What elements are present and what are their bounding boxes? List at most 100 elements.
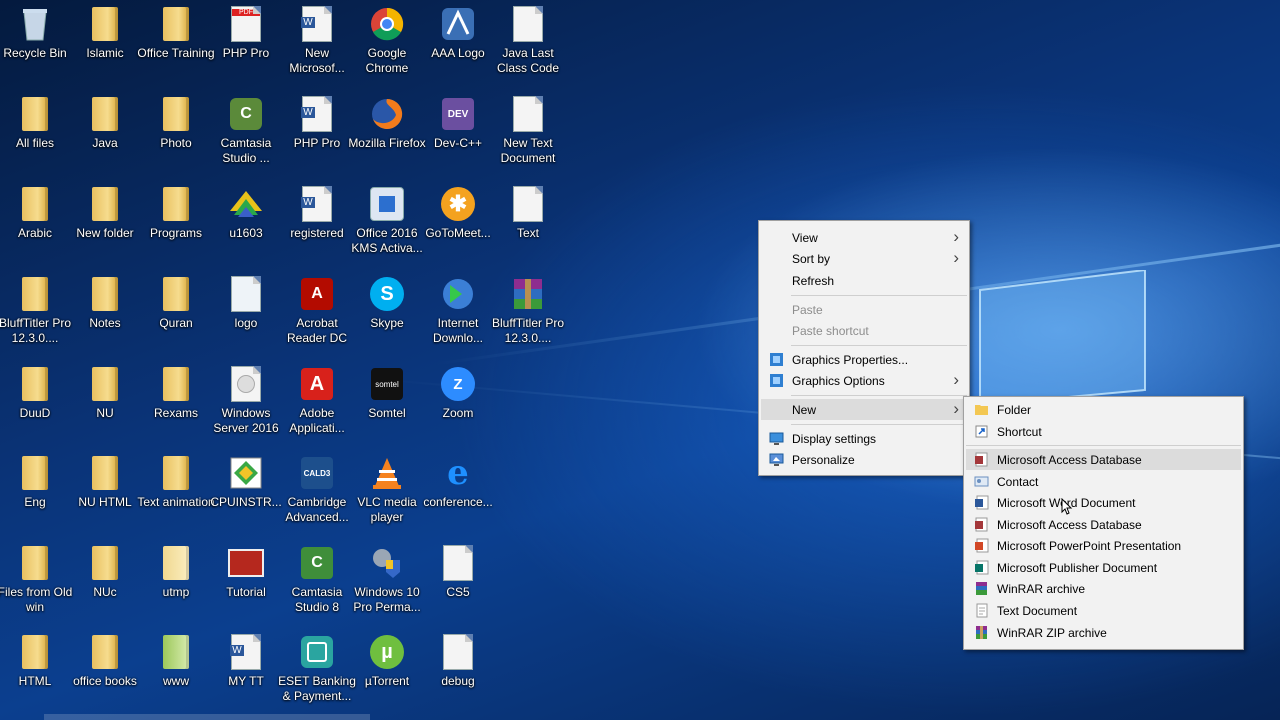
eset-icon (299, 634, 335, 670)
menu-item-label: New (792, 402, 817, 417)
submenu-item-word-document[interactable]: Microsoft Word Document (966, 492, 1241, 513)
folder-icon (158, 634, 194, 670)
submenu-item-contact[interactable]: Contact (966, 471, 1241, 492)
text-file-icon (440, 634, 476, 670)
desktop-icon-recycle-bin[interactable]: Recycle Bin (0, 6, 70, 61)
desktop-icon-camtasia-studio[interactable]: C Camtasia Studio ... (211, 96, 281, 166)
desktop-icon-php-pro-pdf[interactable]: PDF PHP Pro (211, 6, 281, 61)
desktop-icon-files-from-old-win[interactable]: Files from Old win (0, 545, 72, 615)
submenu-item-publisher[interactable]: Microsoft Publisher Document (966, 557, 1241, 578)
icon-label: Tutorial (226, 585, 266, 599)
desktop-icon-office-training[interactable]: Office Training (137, 6, 215, 61)
menu-separator (791, 295, 967, 296)
desktop-icon-vlc-media-player[interactable]: VLC media player (352, 455, 422, 525)
desktop-icon-eset-banking[interactable]: ESET Banking & Payment... (278, 634, 356, 704)
desktop-icon-cs5[interactable]: CS5 (423, 545, 493, 600)
desktop-icon-eng[interactable]: Eng (0, 455, 70, 510)
desktop-icon-cambridge-advanced[interactable]: CALD3 Cambridge Advanced... (282, 455, 352, 525)
desktop-icon-duud[interactable]: DuuD (0, 366, 70, 421)
internet-explorer-icon: e (447, 453, 469, 493)
desktop-icon-blufftitler-archive[interactable]: BluffTitler Pro 12.3.0.... (492, 276, 564, 346)
menu-item-display-settings[interactable]: Display settings (761, 428, 967, 449)
desktop-icon-text[interactable]: Text (493, 186, 563, 241)
menu-item-paste[interactable]: Paste (761, 299, 967, 320)
desktop-icon-debug[interactable]: debug (423, 634, 493, 689)
desktop-icon-photo[interactable]: Photo (141, 96, 211, 151)
submenu-item-folder[interactable]: Folder (966, 399, 1241, 420)
desktop-icon-registered[interactable]: W registered (282, 186, 352, 241)
desktop-icon-u1603[interactable]: u1603 (211, 186, 281, 241)
desktop-icon-java[interactable]: Java (70, 96, 140, 151)
menu-item-label: Contact (997, 474, 1039, 489)
menu-item-new[interactable]: New (761, 399, 967, 420)
desktop-icon-programs[interactable]: Programs (141, 186, 211, 241)
folder-icon (158, 96, 194, 132)
desktop-icon-new-microsoft-word[interactable]: W New Microsof... (282, 6, 352, 76)
submenu-item-access-database[interactable]: Microsoft Access Database (966, 449, 1241, 470)
desktop-icon-html[interactable]: HTML (0, 634, 70, 689)
submenu-item-shortcut[interactable]: Shortcut (966, 421, 1241, 442)
desktop-icon-tutorial[interactable]: Tutorial (211, 545, 281, 600)
desktop-icon-office-2016-kms[interactable]: Office 2016 KMS Activa... (351, 186, 423, 256)
desktop-icon-islamic[interactable]: Islamic (70, 6, 140, 61)
desktop-icon-utmp[interactable]: utmp (141, 545, 211, 600)
desktop-icon-text-animation[interactable]: Text animation (137, 455, 215, 510)
desktop-icon-new-text-document[interactable]: New Text Document (493, 96, 563, 166)
desktop-icon-internet-download-manager[interactable]: Internet Downlo... (423, 276, 493, 346)
desktop-icon-logo[interactable]: logo (211, 276, 281, 331)
desktop-icon-zoom[interactable]: Z Zoom (423, 366, 493, 421)
icon-label: Mozilla Firefox (348, 136, 426, 150)
desktop-icon-www[interactable]: www (141, 634, 211, 689)
menu-item-graphics-options[interactable]: Graphics Options (761, 370, 967, 391)
desktop-icon-adobe-application-manager[interactable]: A Adobe Applicati... (282, 366, 352, 436)
desktop-icon-windows-10-pro-perma[interactable]: Windows 10 Pro Perma... (352, 545, 422, 615)
desktop-icon-quran[interactable]: Quran (141, 276, 211, 331)
menu-item-refresh[interactable]: Refresh (761, 270, 967, 291)
desktop-icon-arabic[interactable]: Arabic (0, 186, 70, 241)
icon-label: CPUINSTR... (210, 495, 282, 509)
menu-item-view[interactable]: View (761, 227, 967, 248)
desktop-icon-java-last-class-code[interactable]: Java Last Class Code (493, 6, 563, 76)
folder-icon (17, 186, 53, 222)
menu-item-graphics-properties[interactable]: Graphics Properties... (761, 349, 967, 370)
desktop-icon-windows-server-2016[interactable]: Windows Server 2016 (211, 366, 281, 436)
desktop-icon-skype[interactable]: S Skype (352, 276, 422, 331)
desktop-icon-conference[interactable]: e conference... (423, 453, 493, 510)
access-database-icon (974, 517, 989, 532)
folder-icon (87, 186, 123, 222)
submenu-item-winrar-archive[interactable]: WinRAR archive (966, 578, 1241, 599)
desktop-icon-my-tt[interactable]: W MY TT (211, 634, 281, 689)
submenu-item-text-document[interactable]: Text Document (966, 600, 1241, 621)
folder-icon (87, 545, 123, 581)
desktop-icon-all-files[interactable]: All files (0, 96, 70, 151)
menu-item-label: Folder (997, 402, 1032, 417)
desktop-icon-somtel[interactable]: somtel Somtel (352, 366, 422, 421)
desktop-icon-php-pro-word[interactable]: W PHP Pro (282, 96, 352, 151)
desktop-icon-acrobat-reader-dc[interactable]: A Acrobat Reader DC (282, 276, 352, 346)
desktop-icon-blufftitler-folder[interactable]: BluffTitler Pro 12.3.0.... (0, 276, 71, 346)
desktop-icon-cpuinstr[interactable]: CPUINSTR... (210, 455, 282, 510)
desktop-icon-rexams[interactable]: Rexams (141, 366, 211, 421)
submenu-item-powerpoint[interactable]: Microsoft PowerPoint Presentation (966, 535, 1241, 556)
desktop-icon-nu-html[interactable]: NU HTML (70, 455, 140, 510)
menu-item-sort-by[interactable]: Sort by (761, 248, 967, 269)
desktop-icon-gotomeeting[interactable]: ✱ GoToMeet... (423, 186, 493, 241)
menu-item-paste-shortcut[interactable]: Paste shortcut (761, 320, 967, 341)
desktop-icon-google-chrome[interactable]: Google Chrome (352, 6, 422, 76)
text-document-icon (974, 603, 989, 618)
desktop-icon-utorrent[interactable]: µ µTorrent (352, 634, 422, 689)
desktop-icon-notes[interactable]: Notes (70, 276, 140, 331)
submenu-item-winrar-zip[interactable]: WinRAR ZIP archive (966, 622, 1241, 643)
desktop-icon-dev-cpp[interactable]: DEV Dev-C++ (423, 96, 493, 151)
desktop-icon-camtasia-studio-8[interactable]: C Camtasia Studio 8 (282, 545, 352, 615)
desktop-icon-aaa-logo[interactable]: AAA Logo (423, 6, 493, 61)
desktop-icon-nu[interactable]: NU (70, 366, 140, 421)
menu-separator (791, 424, 967, 425)
desktop-icon-mozilla-firefox[interactable]: Mozilla Firefox (348, 96, 426, 151)
acrobat-icon: A (299, 276, 335, 312)
submenu-item-access-database-2[interactable]: Microsoft Access Database (966, 514, 1241, 535)
desktop-icon-new-folder[interactable]: New folder (70, 186, 140, 241)
desktop-icon-nuc[interactable]: NUc (70, 545, 140, 600)
desktop-icon-office-books[interactable]: office books (70, 634, 140, 689)
menu-item-personalize[interactable]: Personalize (761, 449, 967, 470)
